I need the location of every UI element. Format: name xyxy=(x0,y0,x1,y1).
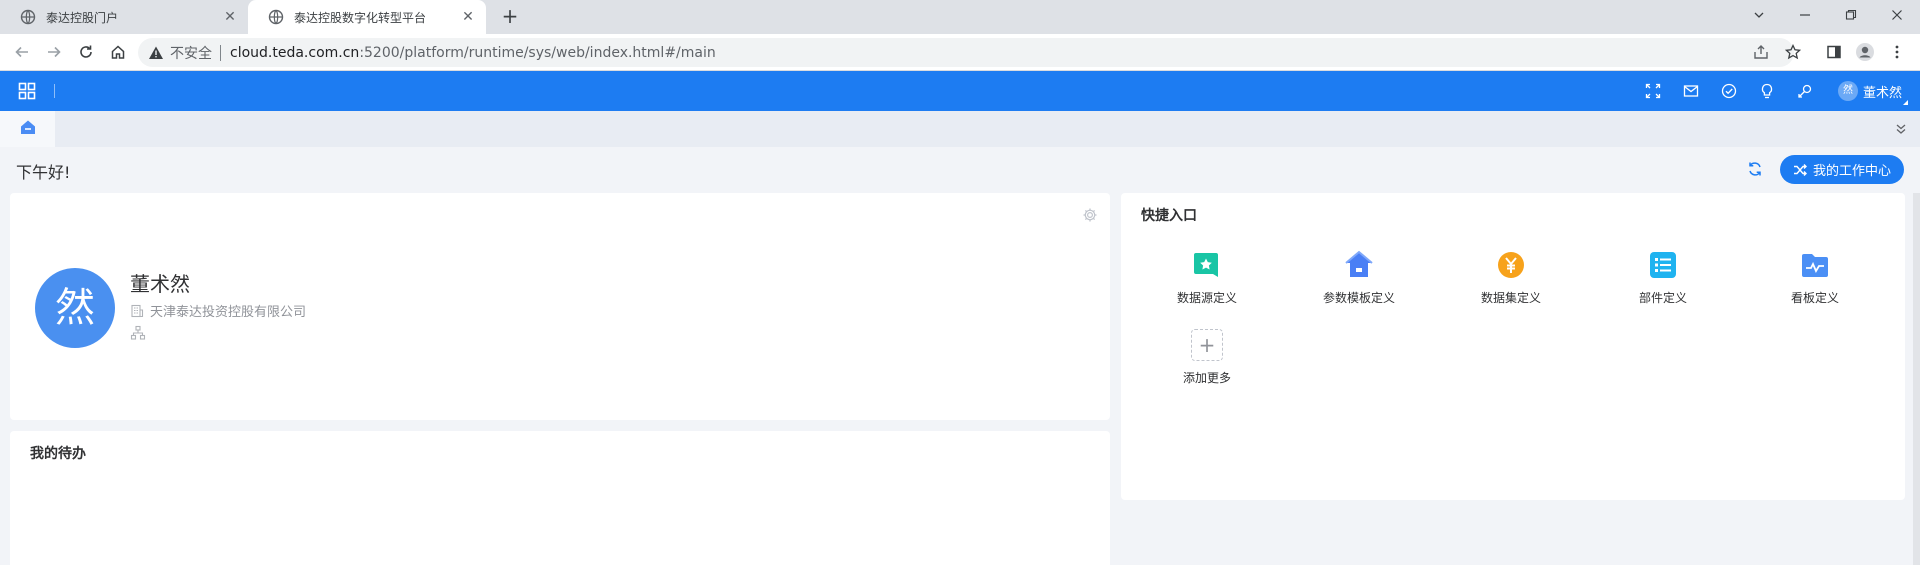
quick-item-label: 部件定义 xyxy=(1638,291,1687,305)
divider xyxy=(220,44,221,61)
globe-icon xyxy=(268,9,284,25)
new-tab-button[interactable]: + xyxy=(498,5,522,29)
home-icon[interactable] xyxy=(106,40,130,64)
window-close-icon[interactable] xyxy=(1874,0,1920,30)
globe-icon xyxy=(20,9,36,25)
profile-org: 天津泰达投资控股有限公司 xyxy=(130,301,306,320)
pin-icon[interactable] xyxy=(1796,82,1814,100)
greeting: 下午好! xyxy=(16,163,71,182)
quick-item-label: 参数模板定义 xyxy=(1322,291,1395,305)
browser-toolbar: 不安全 cloud.teda.com.cn:5200/platform/runt… xyxy=(0,34,1920,71)
shuffle-icon xyxy=(1793,163,1807,176)
address-bar[interactable]: 不安全 cloud.teda.com.cn:5200/platform/runt… xyxy=(138,38,1794,67)
todo-card: 我的待办 xyxy=(10,431,1110,565)
quick-entry-title: 快捷入口 xyxy=(1141,208,1197,224)
close-icon[interactable]: ✕ xyxy=(222,9,238,25)
todo-title: 我的待办 xyxy=(30,446,86,462)
url-path: :5200/platform/runtime/sys/web/index.htm… xyxy=(359,44,716,61)
browser-tab-title: 泰达控股数字化转型平台 xyxy=(294,10,427,25)
home-icon xyxy=(19,118,37,140)
list-icon xyxy=(1647,249,1679,281)
avatar: 然 xyxy=(1838,81,1858,101)
scrollbar[interactable] xyxy=(1913,193,1920,565)
security-label[interactable]: 不安全 xyxy=(170,43,212,63)
quick-item-dataset[interactable]: 数据集定义 xyxy=(1461,249,1561,313)
chart-folder-icon xyxy=(1799,249,1831,281)
user-menu[interactable]: 然 董术然 xyxy=(1838,81,1909,105)
dropdown-corner-icon xyxy=(1903,100,1909,105)
user-name: 董术然 xyxy=(1863,85,1903,101)
browser-tab-portal[interactable]: 泰达控股门户 ✕ xyxy=(0,0,248,34)
quick-item-label: 看板定义 xyxy=(1790,291,1839,305)
app-header: 然 董术然 xyxy=(0,71,1920,111)
warning-icon xyxy=(148,45,164,61)
avatar: 然 xyxy=(35,268,115,348)
back-arrow-icon[interactable] xyxy=(10,40,34,64)
browser-tab-title: 泰达控股门户 xyxy=(46,10,119,25)
tab-search-chevron-icon[interactable] xyxy=(1736,0,1782,30)
gear-icon[interactable] xyxy=(1082,207,1098,223)
page-tabs-bar xyxy=(0,111,1920,147)
yen-coin-icon xyxy=(1495,249,1527,281)
profile-org-name: 天津泰达投资控股有限公司 xyxy=(150,305,307,320)
fullscreen-icon[interactable] xyxy=(1644,82,1662,100)
side-panel-icon[interactable] xyxy=(1823,41,1845,63)
quick-item-label: 数据源定义 xyxy=(1176,291,1237,305)
lightbulb-icon[interactable] xyxy=(1758,82,1776,100)
profile-name: 董术然 xyxy=(130,272,190,296)
quick-item-param-template[interactable]: 参数模板定义 xyxy=(1309,249,1409,313)
more-menu-icon[interactable] xyxy=(1886,41,1908,63)
plus-icon: + xyxy=(1191,329,1223,361)
work-center-button[interactable]: 我的工作中心 xyxy=(1780,155,1904,184)
url-host: cloud.teda.com.cn xyxy=(230,44,360,61)
browser-tab-platform[interactable]: 泰达控股数字化转型平台 ✕ xyxy=(248,0,486,34)
tab-home[interactable] xyxy=(0,111,55,147)
divider xyxy=(54,84,55,98)
check-circle-icon[interactable] xyxy=(1720,82,1738,100)
restore-icon[interactable] xyxy=(1828,0,1874,30)
bookmark-star-icon[interactable] xyxy=(1783,42,1803,62)
browser-tab-strip: 泰达控股门户 ✕ 泰达控股数字化转型平台 ✕ + xyxy=(0,0,1920,34)
quick-item-datasource[interactable]: 数据源定义 xyxy=(1157,249,1257,313)
refresh-icon[interactable] xyxy=(1746,160,1764,178)
star-folder-icon xyxy=(1191,249,1223,281)
building-icon xyxy=(131,304,144,317)
mail-icon[interactable] xyxy=(1682,82,1700,100)
work-center-label: 我的工作中心 xyxy=(1812,164,1891,179)
add-more-label: 添加更多 xyxy=(1182,371,1231,385)
close-icon[interactable]: ✕ xyxy=(460,9,476,25)
double-chevron-down-icon[interactable] xyxy=(1894,122,1908,136)
app-grid-icon[interactable] xyxy=(18,82,36,100)
quick-entry-card: 快捷入口 数据源定义 参数模板定义 数据集定义 部件定义 看板定义 + 添加更多 xyxy=(1121,193,1905,500)
reload-icon[interactable] xyxy=(74,40,98,64)
org-structure-icon xyxy=(130,325,146,341)
minimize-icon[interactable] xyxy=(1782,0,1828,30)
quick-item-label: 数据集定义 xyxy=(1480,291,1541,305)
quick-item-dashboard[interactable]: 看板定义 xyxy=(1765,249,1865,313)
add-more-button[interactable]: + 添加更多 xyxy=(1157,329,1257,393)
profile-icon[interactable] xyxy=(1854,41,1876,63)
home-icon xyxy=(1343,249,1375,281)
profile-card: 然 董术然 天津泰达投资控股有限公司 xyxy=(10,193,1110,420)
quick-item-component[interactable]: 部件定义 xyxy=(1613,249,1713,313)
share-icon[interactable] xyxy=(1751,42,1771,62)
forward-arrow-icon[interactable] xyxy=(42,40,66,64)
